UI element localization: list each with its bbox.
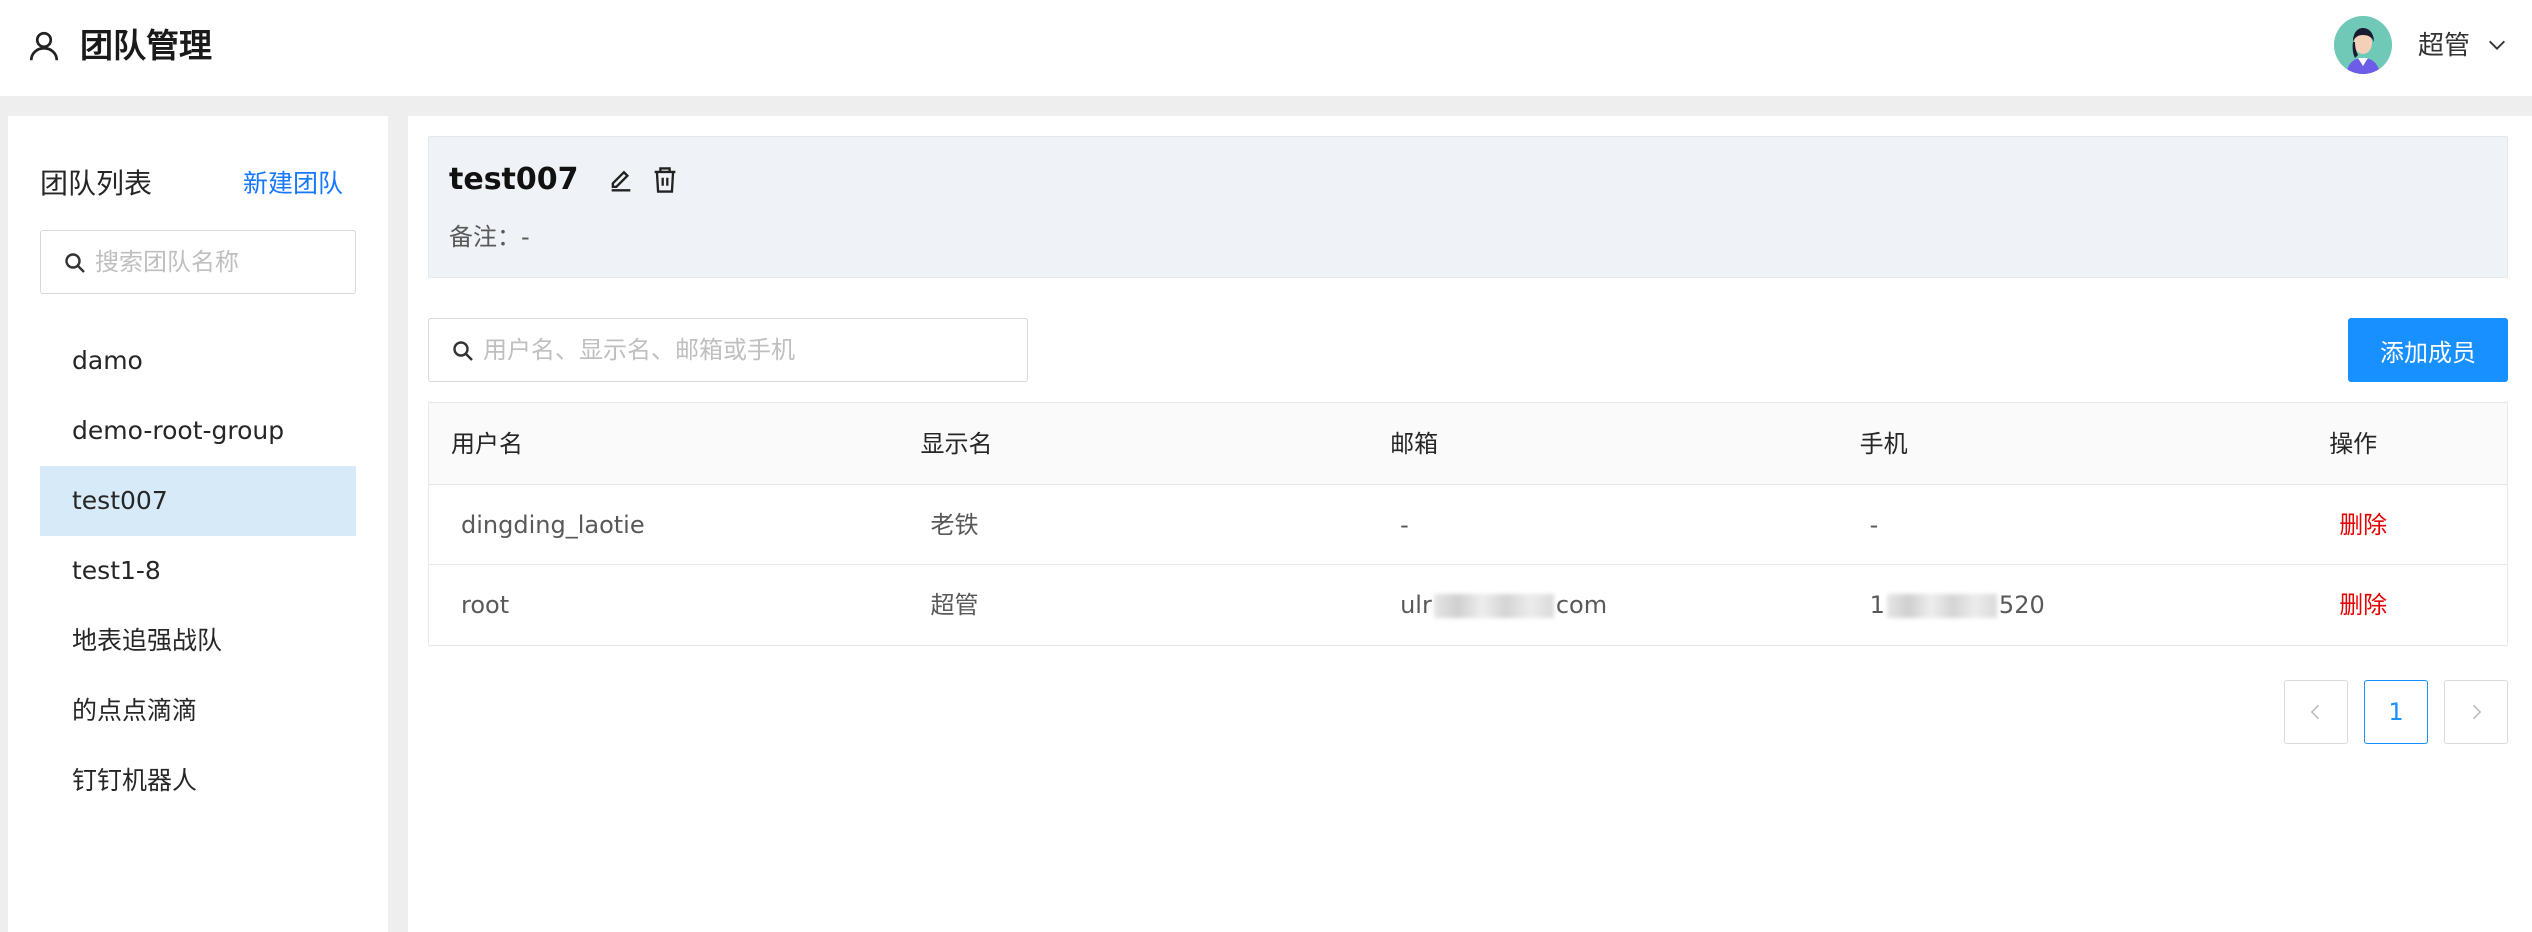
cell-username: root — [461, 591, 510, 619]
chevron-left-icon — [2310, 704, 2320, 720]
team-list-item[interactable]: damo — [40, 326, 356, 396]
cell-phone: - — [1869, 511, 1879, 539]
chevron-right-icon — [2472, 704, 2482, 720]
delete-member-link[interactable]: 删除 — [2339, 591, 2387, 619]
column-header-email: 邮箱 — [1390, 430, 1439, 458]
cell-display-name: 老铁 — [930, 511, 979, 539]
top-header: 团队管理 超管 — [0, 0, 2532, 96]
avatar[interactable] — [2334, 16, 2392, 74]
members-table: 用户名 显示名 邮箱 手机 操作 dingding_laotie 老铁 - - … — [428, 402, 2508, 646]
team-remark: 备注：- — [449, 223, 530, 251]
team-sidebar: 团队列表 新建团队 damo demo-root-group test007 t… — [8, 116, 388, 932]
team-search-input[interactable] — [95, 241, 345, 283]
cell-actions: 删除 — [2307, 565, 2507, 645]
team-list-item[interactable]: 地表追强战队 — [40, 606, 356, 676]
team-list-item[interactable]: 的点点滴滴 — [40, 676, 356, 746]
team-info-card: test007 备注：- — [428, 136, 2508, 278]
team-list-item-selected[interactable]: test007 — [40, 466, 356, 536]
prev-page-button[interactable] — [2284, 680, 2348, 744]
cell-display-name: 超管 — [930, 591, 979, 619]
member-search-input[interactable] — [483, 329, 1013, 371]
member-search-box[interactable] — [428, 318, 1028, 382]
team-list-item[interactable]: demo-root-group — [40, 396, 356, 466]
table-row: root 超管 ulr com 1 520 删除 — [429, 565, 2507, 645]
chevron-down-icon[interactable] — [2486, 34, 2508, 56]
cell-email: - — [1400, 511, 1409, 539]
cell-actions: 删除 — [2307, 485, 2507, 564]
team-list-title: 团队列表 — [40, 167, 153, 200]
team-list-item[interactable]: test1-8 — [40, 536, 356, 606]
column-header-actions: 操作 — [2329, 430, 2378, 458]
email-visible-suffix: com — [1555, 591, 1608, 619]
user-icon — [29, 31, 59, 61]
cell-username: dingding_laotie — [461, 511, 645, 539]
search-icon — [453, 341, 473, 361]
phone-visible-suffix: 520 — [1998, 591, 2045, 619]
cell-email: ulr com — [1368, 565, 1838, 645]
pagination: 1 — [2284, 680, 2508, 744]
next-page-button[interactable] — [2444, 680, 2508, 744]
team-name-heading: test007 — [449, 162, 579, 197]
current-user-name[interactable]: 超管 — [2418, 28, 2470, 64]
trash-icon[interactable] — [651, 165, 679, 195]
team-list: damo demo-root-group test007 test1-8 地表追… — [40, 326, 356, 816]
page-title: 团队管理 — [80, 26, 212, 65]
team-search-box[interactable] — [40, 230, 356, 294]
edit-icon[interactable] — [607, 167, 635, 195]
team-list-item[interactable]: 钉钉机器人 — [40, 746, 356, 816]
redacted-email-mask — [1433, 594, 1554, 618]
column-header-display-name: 显示名 — [920, 430, 993, 458]
team-detail-panel: test007 备注：- 添加成员 用户名 显示名 邮箱 手机 操作 dingd… — [408, 116, 2532, 932]
add-member-button[interactable]: 添加成员 — [2348, 318, 2508, 382]
search-icon — [65, 253, 85, 273]
cell-phone: 1 520 — [1838, 565, 2308, 645]
email-visible-prefix: ulr — [1400, 591, 1432, 619]
table-row: dingding_laotie 老铁 - - 删除 — [429, 485, 2507, 565]
new-team-link[interactable]: 新建团队 — [243, 166, 343, 202]
redacted-phone-mask — [1886, 594, 1997, 618]
column-header-phone: 手机 — [1859, 430, 1908, 458]
column-header-username: 用户名 — [451, 430, 523, 458]
page-number-button[interactable]: 1 — [2364, 680, 2428, 744]
delete-member-link[interactable]: 删除 — [2339, 511, 2387, 539]
phone-visible-prefix: 1 — [1869, 591, 1885, 619]
table-header: 用户名 显示名 邮箱 手机 操作 — [429, 403, 2507, 485]
